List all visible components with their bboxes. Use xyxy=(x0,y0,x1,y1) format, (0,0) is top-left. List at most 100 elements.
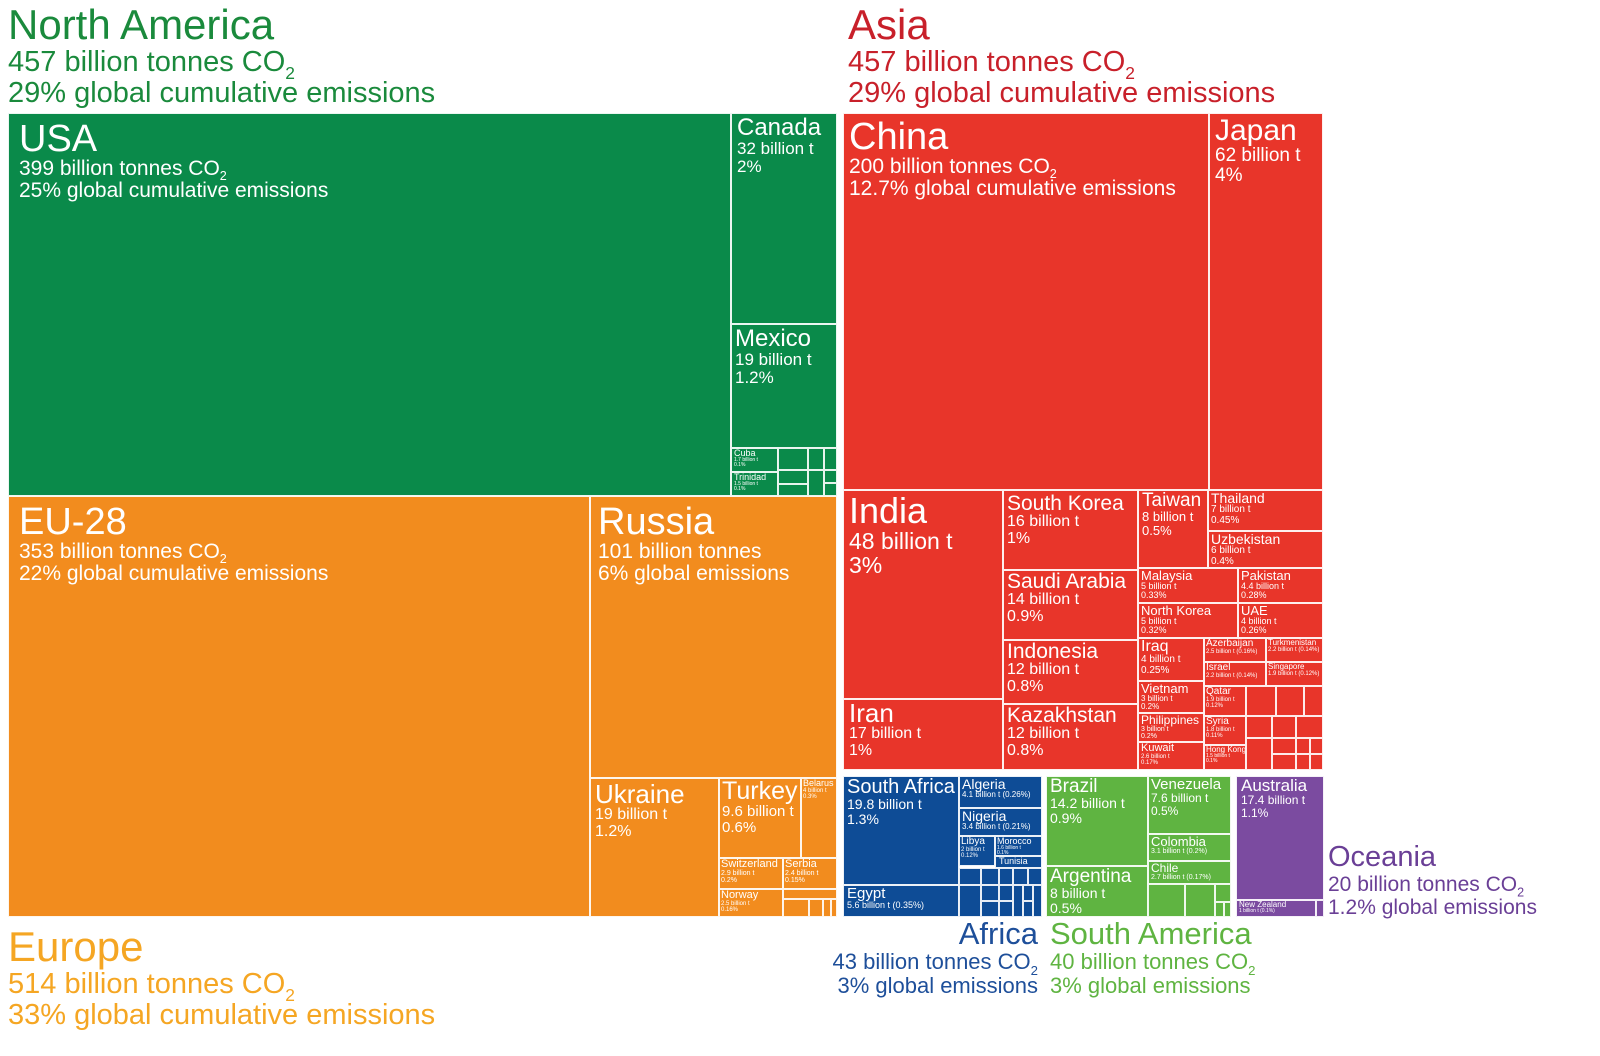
country-share: 0.8% xyxy=(1007,741,1044,759)
region-label-north-america: North America 457 billion tonnes CO2 29%… xyxy=(8,4,435,108)
cell-israel: Israel 2.2 billion t (0.14%) xyxy=(1204,662,1266,686)
minor-country-cell xyxy=(1246,686,1276,716)
country-share: 0.1% xyxy=(1206,758,1218,765)
country-name: South Korea xyxy=(1007,492,1124,515)
cell-taiwan: Taiwan 8 billion t 0.5% xyxy=(1138,490,1208,568)
country-share: 0.33% xyxy=(1141,590,1167,601)
country-share: 0.32% xyxy=(1141,625,1167,636)
cell-nigeria: Nigeria 3.4 billion t (0.21%) xyxy=(959,808,1042,836)
country-name: Uzbekistan xyxy=(1211,531,1281,547)
country-share: 1.2% xyxy=(735,367,774,387)
minor-country-cell xyxy=(783,899,809,917)
country-name: India xyxy=(849,490,928,531)
region-share: 33% global cumulative emissions xyxy=(8,999,436,1031)
country-share: 3% xyxy=(849,552,883,579)
country-share: 0.26% xyxy=(1241,625,1267,636)
region-share: 29% global cumulative emissions xyxy=(8,77,436,109)
cell-cuba: Cuba 1.7 billion t 0.1% xyxy=(731,448,778,472)
minor-country-cell xyxy=(1013,885,1023,917)
cell-thailand: Thailand 7 billion t 0.45% xyxy=(1208,490,1323,531)
minor-country-cell xyxy=(1246,716,1272,738)
region-label-south-america: South America 40 billion tonnes CO2 3% g… xyxy=(1050,918,1255,997)
country-name: Chile xyxy=(1151,861,1179,875)
country-value: 101 billion tonnes xyxy=(598,540,762,563)
minor-country-cell xyxy=(778,448,808,470)
minor-country-cell xyxy=(1033,885,1042,917)
cell-mexico: Mexico 19 billion t 1.2% xyxy=(731,324,837,448)
minor-country-cell xyxy=(959,868,981,885)
cell-argentina: Argentina 8 billion t 0.5% xyxy=(1046,866,1148,917)
country-share: 0.12% xyxy=(961,853,979,860)
region-name: South America xyxy=(1050,916,1252,951)
country-name: Israel xyxy=(1206,662,1231,673)
country-share: 0.28% xyxy=(1241,590,1267,601)
cell-belarus: Belarus 4 billion t 0.3% xyxy=(801,778,837,858)
cell-kazakhstan: Kazakhstan 12 billion t 0.8% xyxy=(1003,704,1138,770)
country-name: China xyxy=(849,116,949,158)
region-label-africa: Africa 43 billion tonnes CO2 3% global e… xyxy=(800,918,1038,997)
country-value: 19.8 billion t xyxy=(847,796,922,812)
cell-chile: Chile 2.7 billion t (0.17%) xyxy=(1148,861,1231,884)
cell-morocco: Morocco 1.6 billion t 0.1% xyxy=(995,836,1042,856)
country-value: 14.2 billion t xyxy=(1050,795,1125,811)
cell-turkmenistan: Turkmenistan 2.2 billion t (0.14%) xyxy=(1266,638,1323,662)
country-value: 7.6 billion t xyxy=(1151,791,1209,805)
cell-usa: USA 399 billion tonnes CO2 25% global cu… xyxy=(8,113,731,496)
region-name: North America xyxy=(8,1,275,48)
cell-australia: Australia 17.4 billion t 1.1% xyxy=(1236,776,1324,900)
country-value: 16 billion t xyxy=(1007,513,1080,530)
country-value: 3.4 billion t (0.21%) xyxy=(962,822,1031,831)
minor-country-cell xyxy=(808,470,824,496)
minor-country-cell xyxy=(999,901,1013,917)
minor-country-cell xyxy=(1023,885,1033,901)
country-value: 2.7 billion t (0.17%) xyxy=(1151,874,1211,881)
country-share: 25% global cumulative emissions xyxy=(19,179,329,203)
country-share: 0.5% xyxy=(1151,803,1179,818)
country-share: 0.1% xyxy=(734,486,746,493)
minor-country-cell xyxy=(1013,868,1028,885)
minor-country-cell xyxy=(783,889,837,899)
cell-tunisia: Tunisia xyxy=(995,856,1042,868)
country-value: 8 billion t xyxy=(1142,509,1194,524)
country-value: 19 billion t xyxy=(595,806,668,823)
cell-hong-kong: Hong Kong 1.5 billion t 0.1% xyxy=(1204,745,1246,770)
minor-country-cell xyxy=(1272,754,1296,770)
minor-country-cell xyxy=(1148,884,1185,917)
country-name: Philippines xyxy=(1141,713,1200,727)
country-share: 1% xyxy=(1007,529,1031,547)
cell-syria: Syria 1.8 billion t 0.11% xyxy=(1204,716,1246,745)
cell-malaysia: Malaysia 5 billion t 0.33% xyxy=(1138,568,1238,603)
country-value: 2.9 billion t xyxy=(721,870,755,877)
minor-country-cell xyxy=(1296,716,1323,738)
country-value: 4.1 billion t (0.26%) xyxy=(962,790,1031,799)
country-name: Venezuela xyxy=(1151,776,1222,793)
country-value: 2.5 billion t (0.16%) xyxy=(1206,649,1258,655)
cell-brazil: Brazil 14.2 billion t 0.9% xyxy=(1046,776,1148,866)
country-value: 2.2 billion t (0.14%) xyxy=(1206,673,1258,679)
country-share: 1% xyxy=(849,741,873,759)
country-name: Iran xyxy=(849,699,894,728)
cell-saudi-arabia: Saudi Arabia 14 billion t 0.9% xyxy=(1003,570,1138,640)
country-value: 6 billion t xyxy=(1211,545,1251,556)
minor-country-cell xyxy=(999,885,1013,901)
country-name: Colombia xyxy=(1151,834,1206,849)
minor-country-cell xyxy=(824,483,837,496)
country-name: Singapore xyxy=(1268,662,1305,671)
minor-country-cell xyxy=(778,470,808,484)
region-total: 40 billion tonnes CO2 xyxy=(1050,949,1256,978)
cell-russia: Russia 101 billion tonnes 6% global emis… xyxy=(590,496,837,778)
cell-serbia: Serbia 2.4 billion t 0.15% xyxy=(783,858,837,889)
country-share: 0.16% xyxy=(721,907,739,914)
country-share: 0.17% xyxy=(1141,760,1159,767)
country-name: Thailand xyxy=(1211,490,1265,506)
country-name: South Africa xyxy=(847,776,955,798)
minor-country-cell xyxy=(778,484,808,496)
country-share: 0.12% xyxy=(1206,703,1224,710)
country-share: 0.8% xyxy=(1007,677,1044,695)
country-value: 19 billion t xyxy=(735,350,812,369)
minor-country-cell xyxy=(824,470,837,483)
cell-uzbekistan: Uzbekistan 6 billion t 0.4% xyxy=(1208,531,1323,568)
country-name: EU-28 xyxy=(19,501,127,543)
minor-country-cell xyxy=(1272,716,1296,738)
region-share: 29% global cumulative emissions xyxy=(848,77,1276,109)
